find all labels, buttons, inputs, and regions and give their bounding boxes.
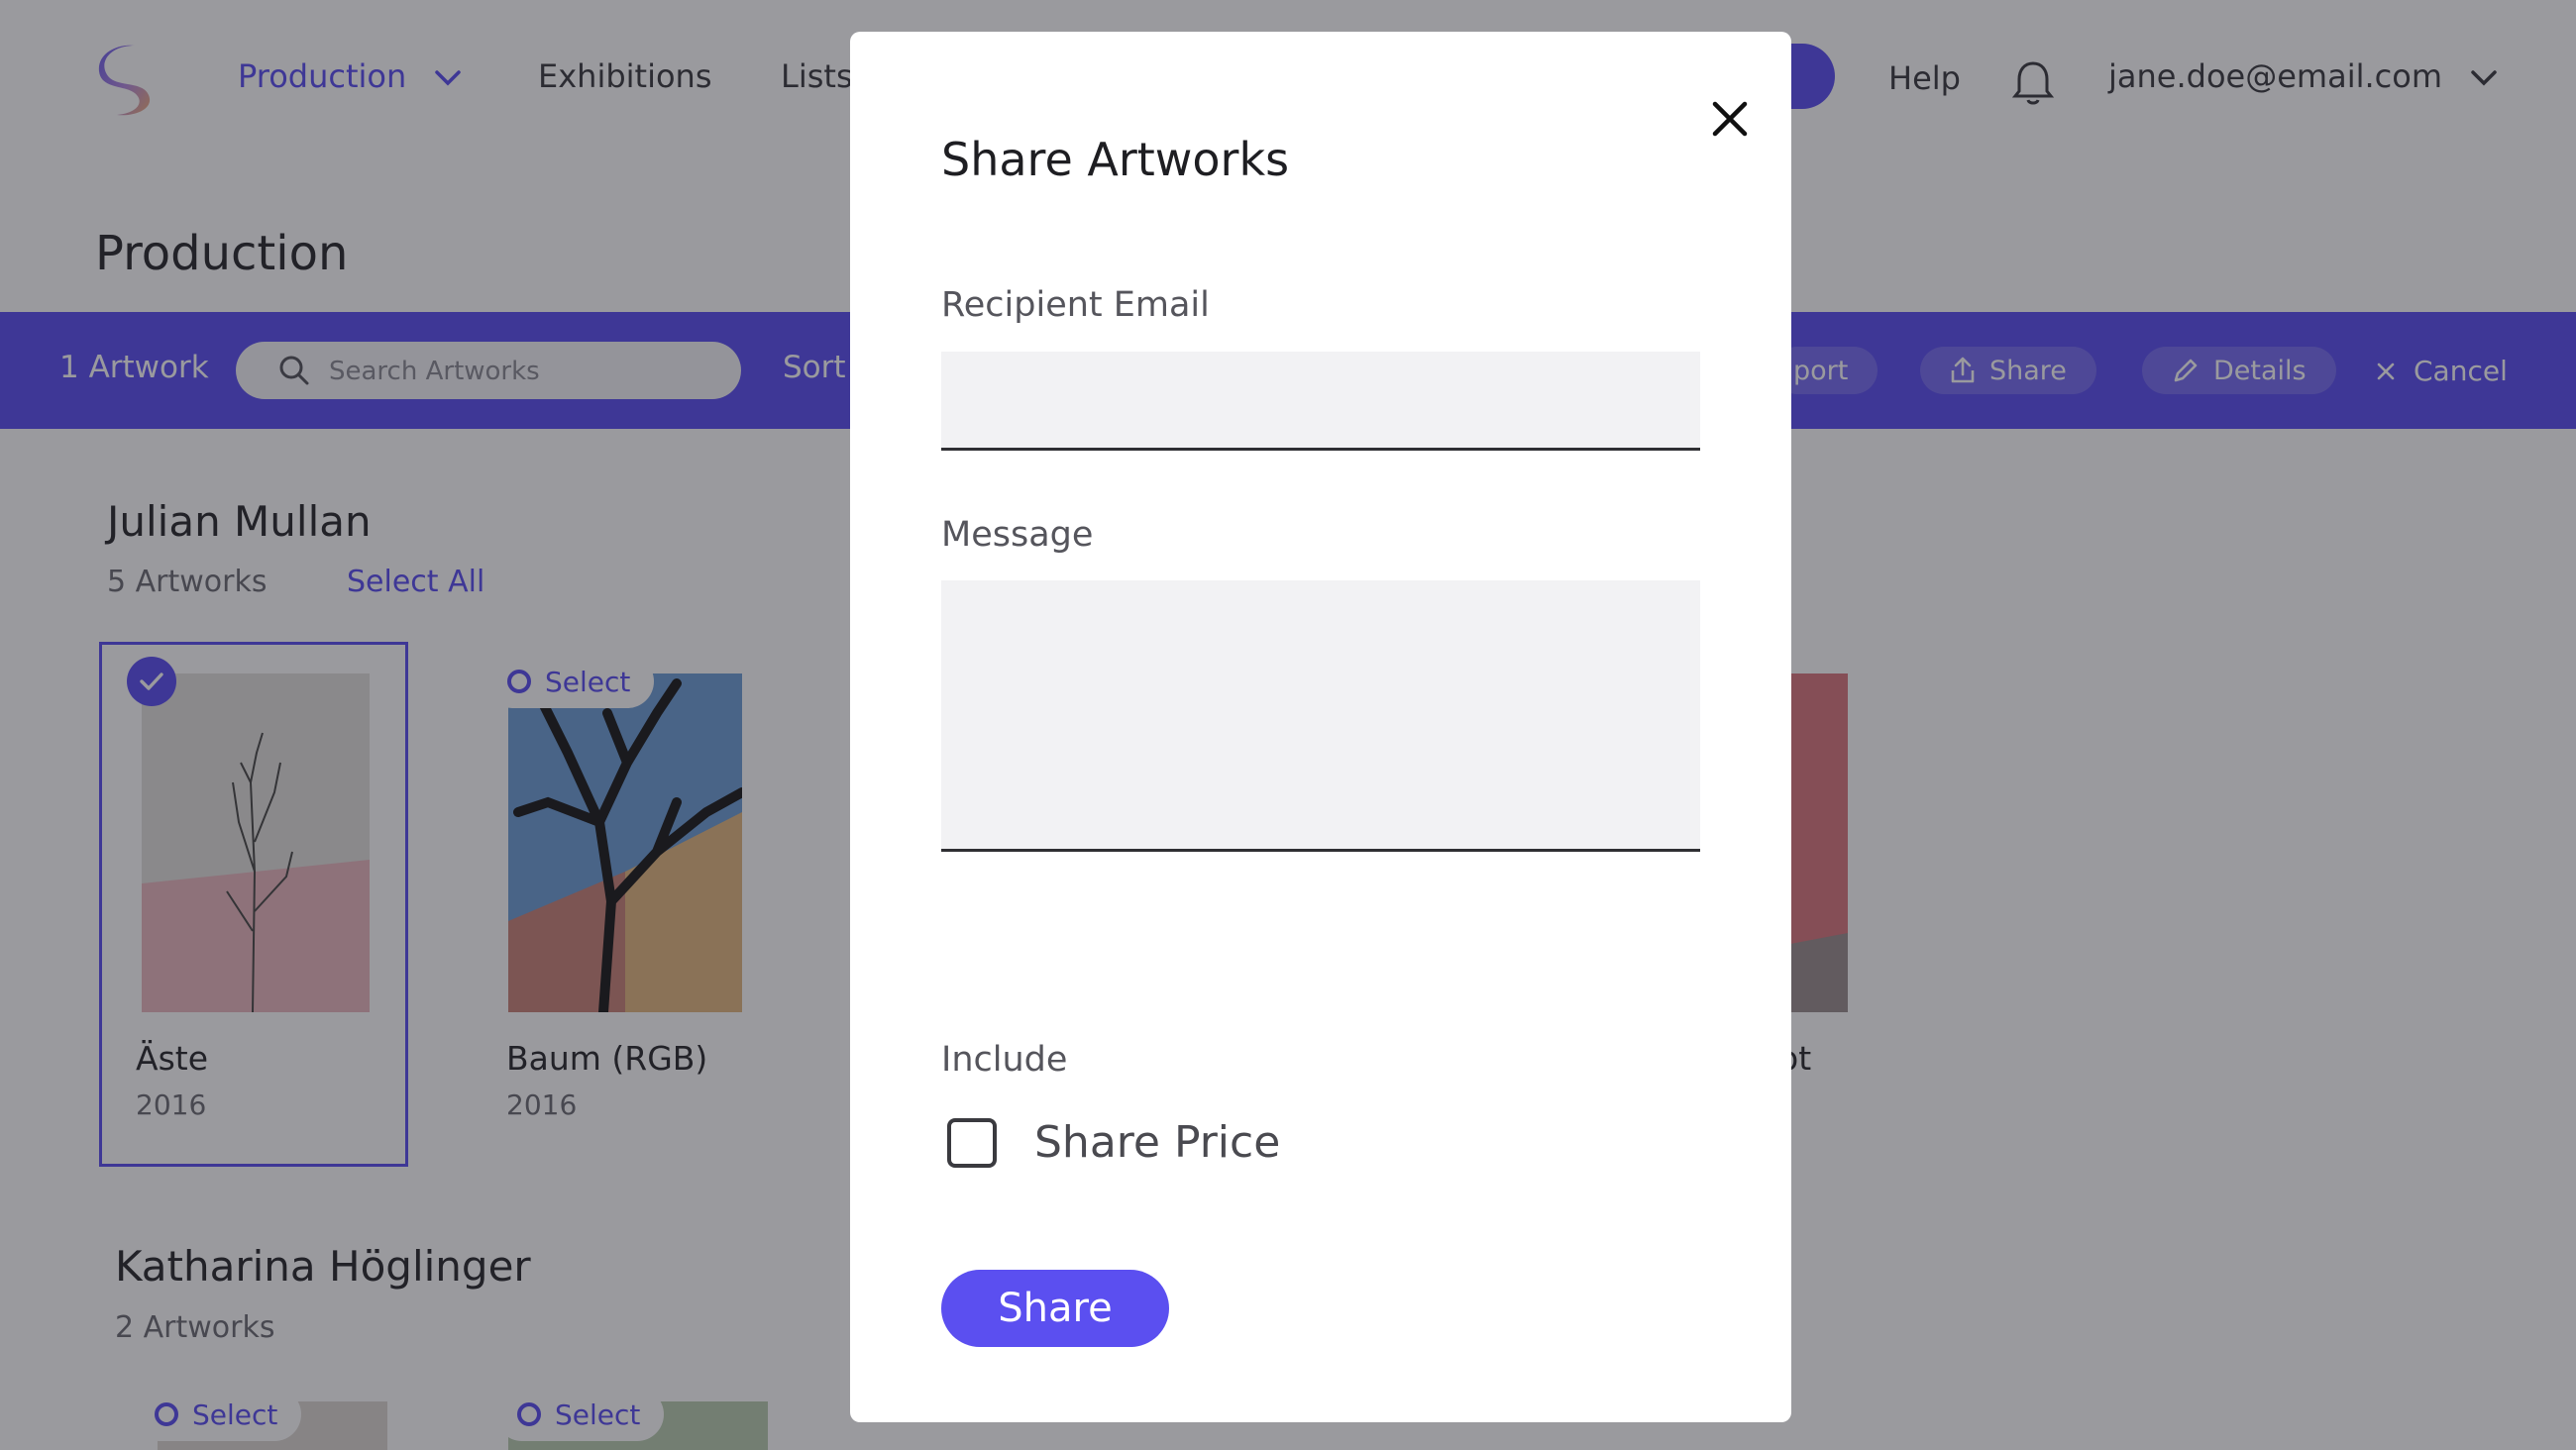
share-price-checkbox[interactable] [947,1117,997,1168]
include-label: Include [941,1040,1068,1080]
share-submit-button[interactable]: Share [941,1270,1169,1347]
close-dialog-button[interactable] [1692,81,1768,156]
recipient-email-field[interactable] [941,352,1700,451]
recipient-email-label: Recipient Email [941,285,1210,325]
close-icon [1712,101,1748,137]
message-field[interactable] [941,580,1700,852]
share-price-label: Share Price [1034,1117,1281,1168]
message-label: Message [941,515,1094,555]
share-price-option[interactable]: Share Price [947,1117,1280,1168]
share-artworks-dialog: Share Artworks Recipient Email Message I… [850,32,1791,1422]
dialog-title: Share Artworks [941,133,1290,186]
